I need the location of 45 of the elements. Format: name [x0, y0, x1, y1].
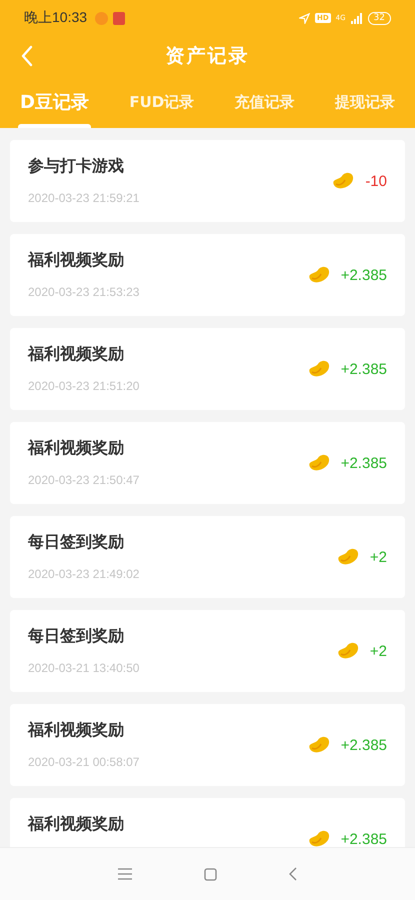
record-amount: +2.385	[340, 360, 387, 378]
record-amount: +2.385	[340, 266, 387, 284]
bean-icon	[306, 453, 331, 473]
record-time: 2020-03-21 00:58:07	[28, 755, 140, 769]
tab[interactable]: FUD记录	[127, 76, 196, 128]
record-time: 2020-03-23 21:59:21	[28, 191, 140, 205]
tab[interactable]: D豆记录	[18, 76, 91, 128]
record-amount: +2.385	[340, 736, 387, 754]
bean-icon	[331, 171, 356, 191]
record-title: 福利视频奖励	[28, 250, 125, 271]
record-title: 每日签到奖励	[28, 626, 125, 647]
bean-icon	[306, 265, 331, 285]
bean-icon	[306, 829, 331, 847]
menu-icon[interactable]	[118, 868, 132, 880]
record-time: 2020-03-23 21:50:47	[28, 473, 140, 487]
record-title: 福利视频奖励	[28, 344, 125, 365]
record-time: 2020-03-23 21:49:02	[28, 567, 140, 581]
record-title: 参与打卡游戏	[28, 156, 125, 177]
app-icon	[113, 12, 126, 24]
tab[interactable]: 提现记录	[332, 76, 397, 128]
record-time: 2020-03-23 21:51:20	[28, 379, 140, 393]
record-title: 福利视频奖励	[28, 720, 125, 741]
bean-icon	[336, 641, 360, 661]
signal-icon	[350, 12, 363, 24]
home-icon[interactable]	[204, 868, 217, 880]
app-icon	[95, 12, 108, 24]
record-title: 福利视频奖励	[28, 814, 125, 835]
record-title: 福利视频奖励	[28, 438, 125, 459]
page-title: 资产记录	[166, 44, 250, 69]
bean-icon	[306, 359, 331, 379]
tab[interactable]: 充值记录	[232, 76, 297, 128]
record-time: 2020-03-21 13:40:50	[28, 661, 140, 675]
status-time: 晚上10:33	[24, 9, 88, 27]
record-amount: +2.385	[340, 830, 387, 847]
back-icon[interactable]	[289, 867, 297, 881]
record-amount: +2	[370, 642, 387, 660]
record-amount: -10	[365, 172, 387, 190]
record-title: 每日签到奖励	[28, 532, 125, 553]
bean-icon	[306, 735, 331, 755]
battery-indicator: 32	[368, 12, 391, 24]
location-icon	[298, 12, 310, 24]
record-time: 2020-03-23 21:53:23	[28, 285, 140, 299]
record-amount: +2.385	[340, 454, 387, 472]
bean-icon	[336, 547, 360, 567]
record-amount: +2	[370, 548, 387, 566]
